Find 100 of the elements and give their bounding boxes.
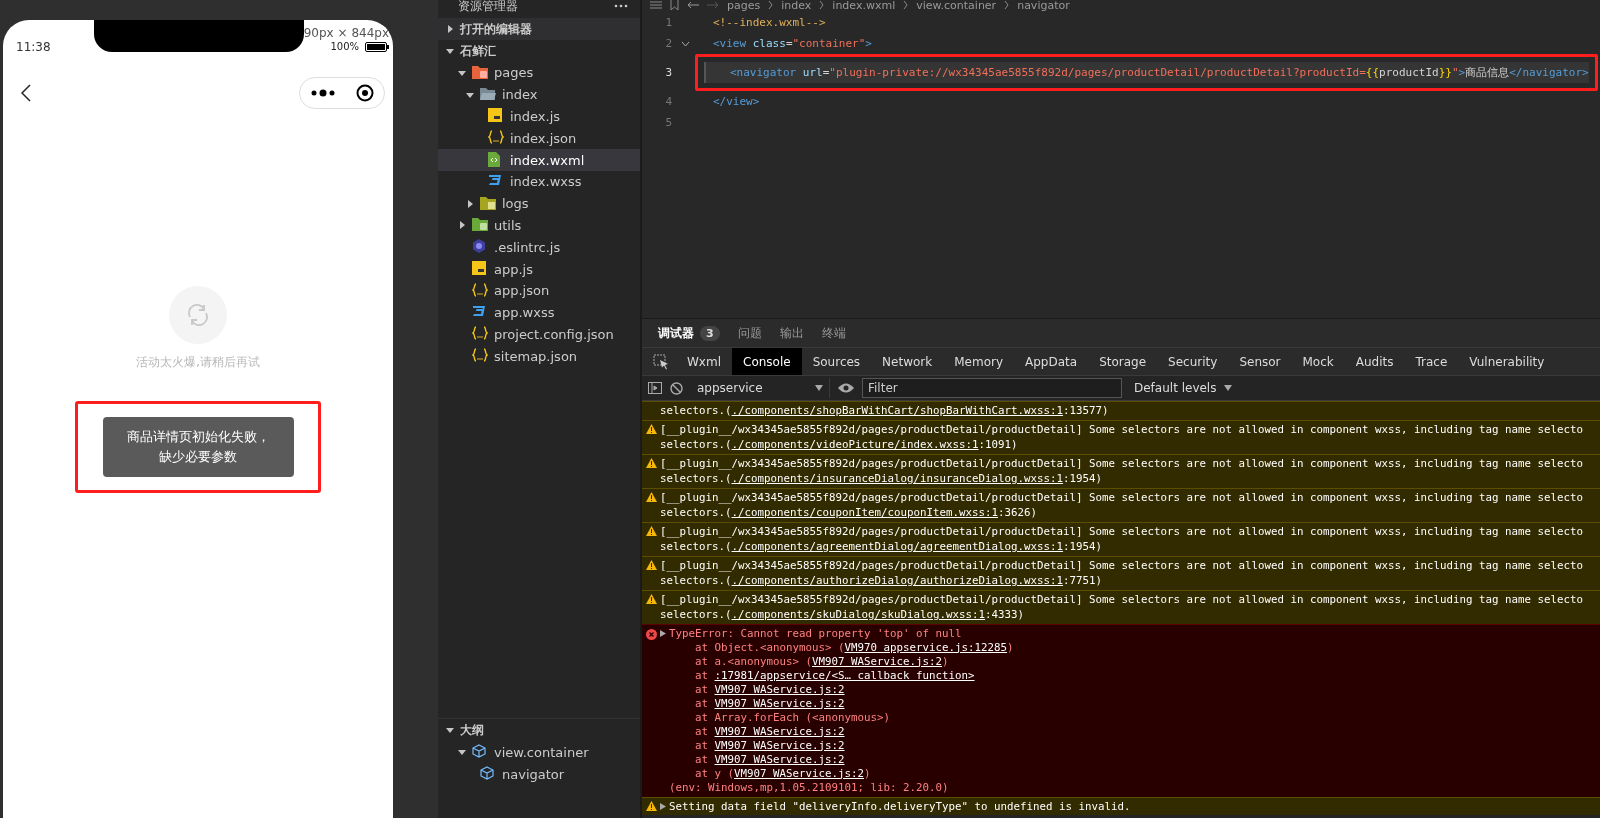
- source-link[interactable]: ./components/skuDialog/skuDialog.wxss:1: [731, 607, 986, 623]
- css-file-icon: [488, 173, 502, 186]
- source-link[interactable]: VM907 WAService.js:2: [714, 696, 845, 711]
- source-link[interactable]: ./components/couponItem/couponItem.wxss:1: [731, 505, 999, 521]
- source-link[interactable]: VM970 appservice.js:12285: [844, 640, 1008, 655]
- devtools-tab[interactable]: Security: [1157, 348, 1229, 375]
- source-link[interactable]: VM907 WAService.js:2: [812, 654, 943, 669]
- back-icon[interactable]: [21, 84, 31, 102]
- console-line: selectors.(./components/couponItem/couponItem.wxss:1:3626): [660, 505, 1039, 521]
- source-link[interactable]: VM907 WAService.js:2: [714, 724, 845, 739]
- braces-icon: [472, 348, 488, 363]
- expand-icon[interactable]: [660, 630, 666, 637]
- fold-chevron-icon[interactable]: [680, 40, 690, 47]
- devtools-tab[interactable]: Sources: [801, 348, 872, 375]
- tree-item[interactable]: pages: [438, 62, 640, 84]
- tree-item[interactable]: .eslintrc.js: [438, 236, 640, 259]
- panel-tab[interactable]: 调试器 3: [658, 324, 720, 342]
- explorer-title: 资源管理器: [458, 0, 518, 15]
- caret-down-icon[interactable]: [446, 726, 454, 735]
- sidebar-toggle-icon[interactable]: [648, 382, 662, 394]
- section-header[interactable]: 打开的编辑器: [438, 18, 640, 40]
- breadcrumb-item[interactable]: pages: [727, 0, 761, 12]
- tree-item[interactable]: project.config.json: [438, 323, 640, 346]
- error-icon: [645, 628, 657, 640]
- levels-dropdown[interactable]: Default levels: [1134, 381, 1217, 395]
- chevron-right-icon: [768, 1, 774, 9]
- devtools-tab[interactable]: Console: [732, 348, 802, 375]
- more-icon[interactable]: [310, 89, 335, 97]
- caret-right-icon[interactable]: [466, 199, 474, 208]
- breadcrumb-item[interactable]: index.wxml: [832, 0, 896, 12]
- caret-down-icon[interactable]: [458, 68, 466, 77]
- panel-tab[interactable]: 终端: [821, 324, 846, 342]
- source-link[interactable]: ./components/agreementDialog/agreementDialog.wxss:1: [731, 539, 1064, 555]
- caret-down-icon[interactable]: [466, 90, 474, 99]
- source-link[interactable]: VM907 WAService.js:2: [714, 682, 845, 697]
- panel-tab[interactable]: 输出: [779, 324, 804, 342]
- console-line: selectors.(./components/skuDialog/skuDialog.wxss:1:4333): [660, 607, 1026, 623]
- more-icon[interactable]: [614, 4, 628, 8]
- error-line: (env: Windows,mp,1.05.2109101; lib: 2.20.0): [668, 780, 950, 795]
- devtools-tab[interactable]: Storage: [1088, 348, 1158, 375]
- devtools-tab[interactable]: Audits: [1344, 348, 1405, 375]
- eye-icon[interactable]: [838, 383, 854, 393]
- tree-item[interactable]: sitemap.json: [438, 345, 640, 368]
- hexagon-icon: [472, 239, 486, 254]
- breadcrumb-item[interactable]: index: [781, 0, 812, 12]
- source-link[interactable]: ./components/shopBarWithCart/shopBarWithCart.wxss:1: [731, 403, 1064, 419]
- tree-item[interactable]: utils: [438, 214, 640, 237]
- warning-icon: [645, 491, 657, 502]
- tree-item[interactable]: index.json: [438, 127, 640, 150]
- source-link[interactable]: VM907 WAService.js:2: [714, 752, 845, 767]
- devtools-tab[interactable]: Wxml: [676, 348, 732, 375]
- warning-icon: [645, 525, 657, 536]
- empty-message: 活动太火爆,请稍后再试: [136, 354, 260, 371]
- caret-right-icon[interactable]: [446, 25, 454, 33]
- tree-item[interactable]: app.json: [438, 279, 640, 302]
- devtools-tab[interactable]: Vulnerability: [1458, 348, 1556, 375]
- devtools-tab[interactable]: AppData: [1014, 348, 1089, 375]
- tree-item[interactable]: index: [438, 83, 640, 106]
- tree-item[interactable]: logs: [438, 192, 640, 215]
- bookmark-icon[interactable]: [670, 0, 679, 10]
- panel-tab[interactable]: 问题: [737, 324, 762, 342]
- source-link[interactable]: VM907 WAService.js:2: [714, 738, 845, 753]
- error-line: at :17981/appservice/<S… callback function>: [694, 668, 976, 683]
- source-link[interactable]: :17981/appservice/<S… callback function>: [714, 668, 975, 683]
- source-link[interactable]: VM907 WAService.js:2: [734, 766, 865, 781]
- source-link[interactable]: ./components/authorizeDialog/authorizeDialog.wxss:1: [731, 573, 1064, 589]
- devtools-tab[interactable]: Network: [871, 348, 944, 375]
- tree-item[interactable]: index.js: [438, 105, 640, 128]
- breadcrumb-item[interactable]: navigator: [1017, 0, 1070, 12]
- breadcrumb-item[interactable]: view.container: [916, 0, 997, 12]
- back-arrow-icon[interactable]: [687, 1, 699, 9]
- chevron-right-icon: [1004, 1, 1010, 9]
- tree-item[interactable]: navigator: [438, 763, 640, 785]
- devtools-tab[interactable]: Sensor: [1228, 348, 1292, 375]
- line-number: 1: [664, 16, 672, 29]
- devtools-tab[interactable]: Memory: [943, 348, 1015, 375]
- caret-down-icon[interactable]: [458, 748, 466, 757]
- error-line: at VM907 WAService.js:2: [694, 752, 846, 767]
- battery-percent: 100%: [330, 41, 359, 52]
- context-select[interactable]: appservice: [691, 378, 830, 398]
- tree-item[interactable]: index.wxml: [438, 149, 640, 171]
- filter-field[interactable]: Filter: [862, 378, 1122, 398]
- clear-icon[interactable]: [670, 381, 683, 395]
- console-line: selectors.(./components/shopBarWithCart/shopBarWithCart.wxss:1:13577): [660, 403, 1109, 419]
- source-link[interactable]: ./components/insuranceDialog/insuranceDialog.wxss:1: [731, 471, 1064, 487]
- caret-down-icon[interactable]: [446, 47, 454, 55]
- tree-item[interactable]: index.wxss: [438, 171, 640, 193]
- devtools-tab[interactable]: Mock: [1291, 348, 1345, 375]
- close-target-icon[interactable]: [355, 84, 374, 102]
- error-line: at VM907 WAService.js:2: [694, 696, 846, 711]
- console-line: selectors.(./components/agreementDialog/agreementDialog.wxss:1:1954): [660, 539, 1104, 555]
- tree-item[interactable]: view.container: [438, 741, 640, 764]
- expand-icon[interactable]: [660, 802, 666, 810]
- devtools-tab[interactable]: Trace: [1404, 348, 1459, 375]
- console-line: [__plugin__/wx34345ae5855f892d/pages/productDetail/productDetail] Some selectors are not allowed in component wxss, including tag name selecto: [660, 523, 1584, 539]
- tree-item[interactable]: app.js: [438, 258, 640, 280]
- tree-item[interactable]: app.wxss: [438, 301, 640, 324]
- cube-icon: [472, 744, 486, 759]
- caret-right-icon[interactable]: [458, 221, 466, 230]
- source-link[interactable]: ./components/videoPicture/index.wxss:1: [731, 437, 979, 453]
